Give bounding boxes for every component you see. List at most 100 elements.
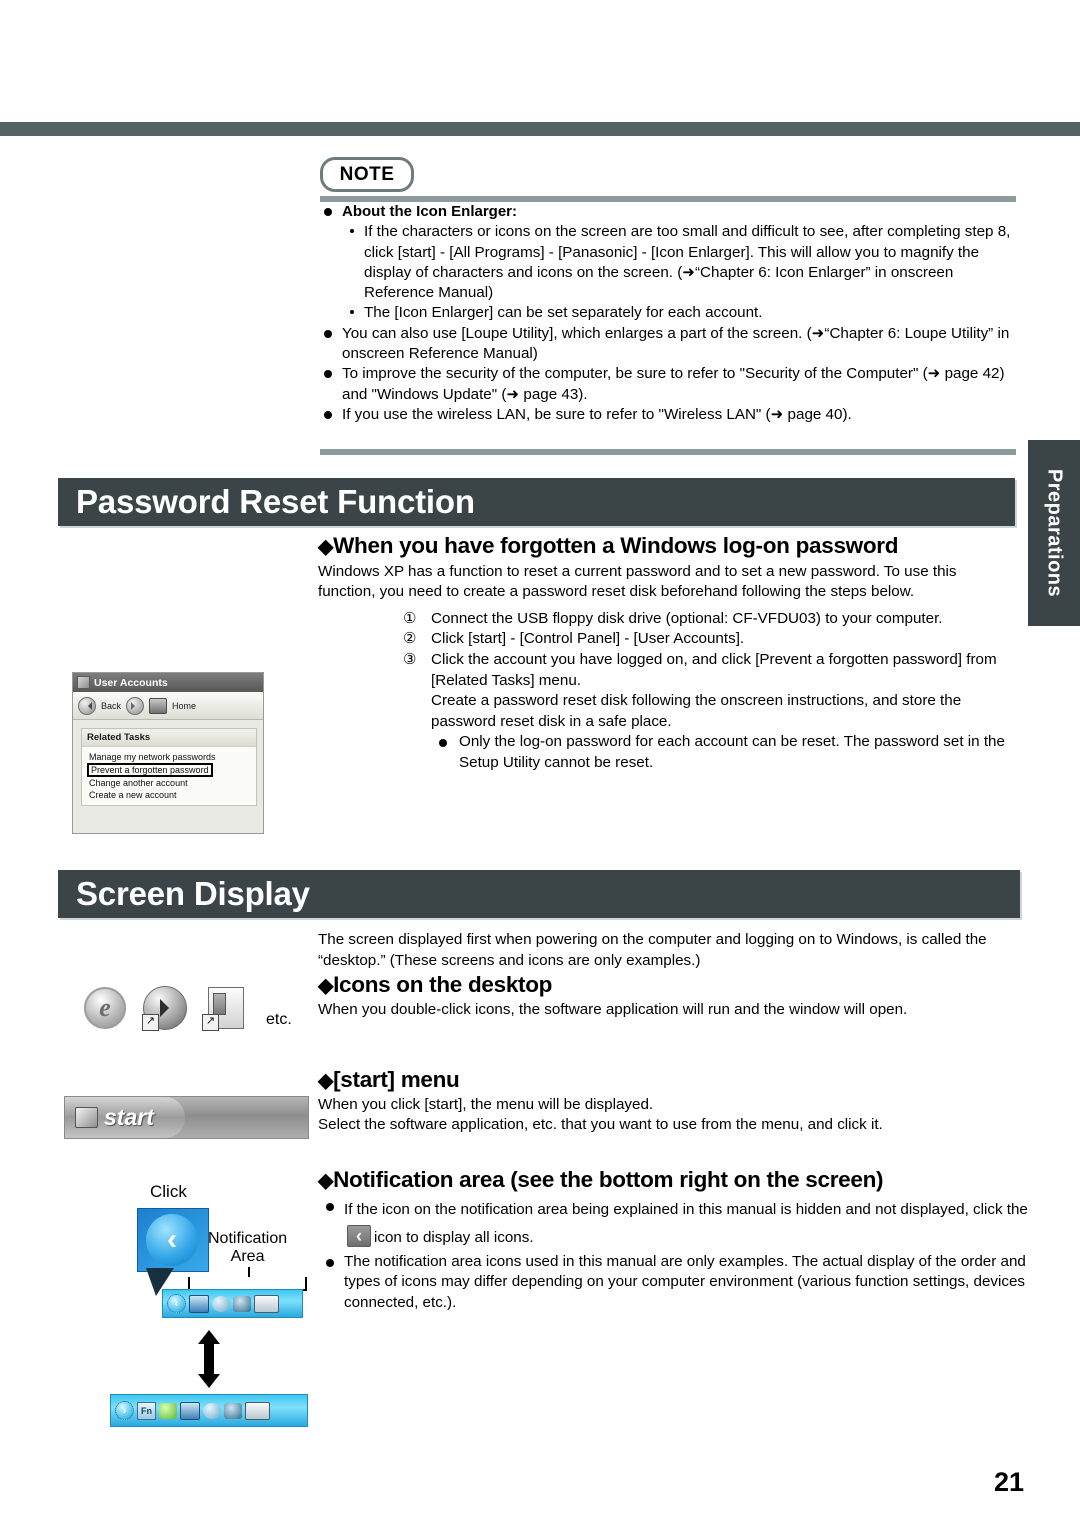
ua-toolbar: Back Home (73, 692, 263, 720)
bullet-icon (326, 1258, 334, 1267)
bullet-icon (326, 1202, 334, 1211)
ua-link-create-new-account[interactable]: Create a new account (87, 789, 252, 801)
document-shortcut-icon: ↗ (202, 985, 248, 1031)
user-accounts-icon (77, 676, 90, 689)
start-menu-body-2: Select the software application, etc. th… (318, 1116, 883, 1134)
arrow-shaft (204, 1342, 214, 1376)
ua-related-tasks-panel: Related Tasks Manage my network password… (81, 728, 257, 806)
notification-bullet-1-text-a: If the icon on the notification area bei… (344, 1200, 1028, 1218)
step-text: Click the account you have logged on, an… (431, 650, 997, 689)
ua-link-manage-passwords[interactable]: Manage my network passwords (87, 751, 252, 763)
note-heading-text: About the Icon Enlarger: (342, 203, 518, 220)
back-arrow-icon[interactable] (78, 696, 96, 715)
subheading-text: When you have forgotten a Windows log-on… (333, 533, 899, 558)
password-note-text: Only the log-on password for each accoun… (459, 733, 1005, 771)
notification-area-figure: Click ‹ Notification Area ‹ › Fn (110, 1182, 325, 1432)
chevron-left-icon[interactable] (347, 1223, 371, 1251)
tray-collapsed: ‹ (162, 1289, 303, 1318)
step-text: Click [start] - [Control Panel] - [User … (431, 630, 745, 648)
notification-area-label-line2: Area (230, 1248, 265, 1265)
start-menu-block: ◆[start] menu When you click [start], th… (318, 1067, 1018, 1136)
section-header-screen-display: Screen Display (58, 870, 1020, 918)
ua-link-change-another-account[interactable]: Change another account (87, 777, 252, 789)
chevron-right-icon[interactable]: › (115, 1401, 134, 1420)
display-icon[interactable] (245, 1401, 270, 1420)
start-button-label: start (104, 1104, 154, 1130)
password-steps-list: ① Connect the USB floppy disk drive (opt… (403, 609, 1018, 774)
step-item: ③ Click the account you have logged on, … (403, 650, 1018, 691)
notification-area-label-line1: Notification (208, 1230, 288, 1247)
ua-link-prevent-forgotten-password[interactable]: Prevent a forgotten password (87, 763, 213, 777)
ua-title-text: User Accounts (94, 676, 168, 689)
step3-extra-text: Create a password reset disk following t… (431, 692, 962, 730)
password-intro-text: Windows XP has a function to reset a cur… (318, 562, 957, 601)
bullet-icon (324, 208, 332, 216)
subheading-forgotten-password: ◆When you have forgotten a Windows log-o… (318, 533, 1018, 558)
network-icon[interactable] (180, 1401, 200, 1420)
start-button[interactable]: start (65, 1097, 185, 1138)
notification-bullet-1: If the icon on the notification area bei… (318, 1196, 1028, 1252)
notification-area-block: ◆Notification area (see the bottom right… (318, 1168, 1028, 1314)
network-icon[interactable] (189, 1294, 209, 1313)
start-menu-body-1: When you click [start], the menu will be… (318, 1095, 654, 1113)
note-rule-bottom (320, 449, 1016, 455)
ua-links-list: Manage my network passwords Prevent a fo… (82, 747, 256, 805)
section-header-password-reset: Password Reset Function (58, 478, 1015, 526)
subheading-text: Icons on the desktop (333, 972, 553, 997)
subheading-icons-on-desktop: ◆Icons on the desktop (318, 972, 1018, 997)
note-badge: NOTE (320, 157, 414, 192)
shortcut-arrow-icon: ↗ (202, 1014, 219, 1031)
ua-titlebar: User Accounts (73, 673, 263, 692)
diamond-bullet-icon: ◆ (318, 1070, 334, 1092)
arrow-head-down (198, 1374, 220, 1388)
subheading-text: [start] menu (333, 1067, 460, 1092)
note-bullet-text: To improve the security of the computer,… (342, 365, 1005, 403)
notification-bullet-2: The notification area icons used in this… (318, 1252, 1028, 1314)
ua-panel-title: Related Tasks (82, 729, 256, 747)
icons-desktop-body: When you double-click icons, the softwar… (318, 1000, 908, 1018)
note-sub-bullet: The [Icon Enlarger] can be set separatel… (320, 303, 1020, 323)
thumb-tab-preparations: Preparations (1028, 440, 1080, 626)
notification-bullet-1-text-b: icon to display all icons. (374, 1228, 534, 1246)
icons-desktop-block: ◆Icons on the desktop When you double-cl… (318, 972, 1018, 1020)
speaker-icon[interactable] (212, 1295, 230, 1312)
thumb-tab-label: Preparations (1043, 468, 1066, 598)
green-icon[interactable] (159, 1402, 177, 1419)
ua-back-label: Back (101, 700, 122, 711)
password-section-body: ◆When you have forgotten a Windows log-o… (318, 533, 1018, 774)
note-sub-bullet-text: The [Icon Enlarger] can be set separatel… (364, 304, 763, 322)
step-marker: ② (403, 630, 417, 648)
shortcut-arrow-icon: ↗ (142, 1014, 159, 1031)
power-icon[interactable] (224, 1402, 242, 1419)
sub-bullet-icon (350, 310, 354, 315)
note-bullet-text: You can also use [Loupe Utility], which … (342, 324, 1010, 363)
page-top-rule (0, 122, 1080, 136)
chevron-left-icon-zoomed: ‹ (146, 1214, 198, 1266)
tray-expanded: › Fn (110, 1394, 308, 1427)
forward-arrow-icon[interactable] (126, 696, 145, 715)
page-number: 21 (993, 1467, 1024, 1497)
speaker-icon[interactable] (203, 1402, 221, 1419)
desktop-icons-etc-label: etc. (266, 1011, 292, 1028)
screen-intro-text: The screen displayed first when powering… (318, 931, 987, 969)
bullet-icon (324, 370, 332, 379)
section-title: Password Reset Function (76, 483, 475, 520)
chevron-left-icon[interactable]: ‹ (167, 1294, 186, 1313)
note-body: About the Icon Enlarger: If the characte… (320, 202, 1020, 425)
display-icon[interactable] (254, 1294, 279, 1313)
password-note-bullet: Only the log-on password for each accoun… (431, 732, 1018, 773)
fn-key-icon[interactable]: Fn (137, 1401, 156, 1420)
step-item: ① Connect the USB floppy disk drive (opt… (403, 609, 1018, 630)
note-sub-bullet-text: If the characters or icons on the screen… (364, 223, 1011, 302)
step-marker: ① (403, 609, 417, 627)
power-icon[interactable] (233, 1295, 251, 1312)
bullet-icon (439, 739, 447, 748)
windows-flag-icon (75, 1107, 98, 1128)
home-icon[interactable] (149, 697, 168, 714)
taskbar-strip-figure: start (64, 1096, 309, 1139)
double-arrow-icon (198, 1330, 220, 1388)
ie-glyph: e (84, 987, 126, 1029)
note-heading: About the Icon Enlarger: (320, 202, 1020, 222)
step-marker: ③ (403, 650, 417, 668)
internet-explorer-icon: e (82, 985, 128, 1031)
